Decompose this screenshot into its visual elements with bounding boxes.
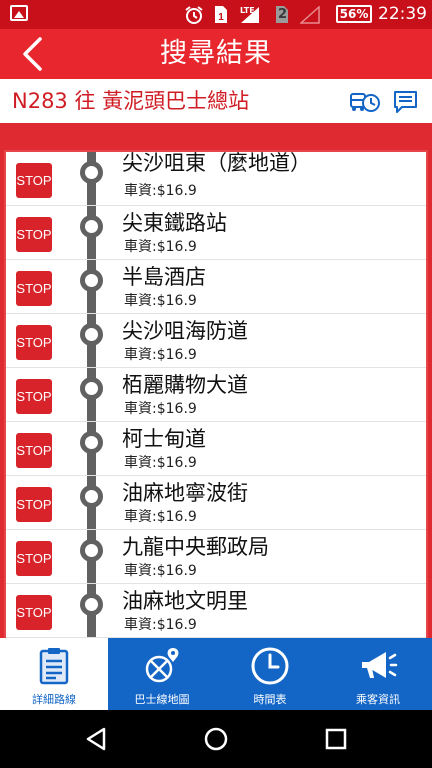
chevron-left-icon[interactable]: [14, 35, 54, 73]
stop-marker: [80, 269, 103, 292]
stop-icon: STOP: [16, 487, 52, 522]
list-item[interactable]: STOP 尖沙咀東（麼地道） 車資:$16.9: [6, 152, 426, 206]
list-item[interactable]: STOP 尖東鐵路站 車資:$16.9: [6, 206, 426, 260]
status-bar: 1 LTE 2 56% 22:39: [0, 0, 432, 29]
stop-fare: 車資:$16.9: [124, 293, 197, 309]
megaphone-icon: [362, 652, 398, 678]
recents-square-icon[interactable]: [323, 726, 349, 752]
image-notification-icon: [10, 5, 28, 21]
clipboard-icon: [39, 648, 69, 685]
stop-marker: [80, 377, 103, 400]
stop-name: 油麻地文明里: [122, 589, 248, 613]
list-item[interactable]: STOP 柯士甸道 車資:$16.9: [6, 422, 426, 476]
list-item[interactable]: STOP 半島酒店 車資:$16.9: [6, 260, 426, 314]
tab-passenger-info[interactable]: 乘客資訊: [324, 638, 432, 710]
tab-label: 乘客資訊: [356, 693, 400, 706]
page-title: 搜尋結果: [160, 38, 272, 69]
stop-name: 尖沙咀東（麼地道）: [122, 151, 311, 175]
stop-marker: [80, 161, 103, 184]
stop-icon: STOP: [16, 163, 52, 198]
list-item[interactable]: STOP 油麻地文明里 車資:$16.9: [6, 584, 426, 638]
stop-fare: 車資:$16.9: [124, 617, 197, 633]
svg-text:1: 1: [218, 12, 224, 23]
stop-name: 半島酒店: [122, 265, 206, 289]
stop-icon: STOP: [16, 271, 52, 306]
tab-bus-map[interactable]: 巴士線地圖: [108, 638, 216, 710]
stop-marker: [80, 431, 103, 454]
stop-name: 油麻地寧波街: [122, 481, 248, 505]
list-item[interactable]: STOP 尖沙咀海防道 車資:$16.9: [6, 314, 426, 368]
stop-marker: [80, 539, 103, 562]
stop-name: 尖沙咀海防道: [122, 319, 248, 343]
stop-fare: 車資:$16.9: [124, 347, 197, 363]
stop-icon: STOP: [16, 541, 52, 576]
tab-timetable[interactable]: 時間表: [216, 638, 324, 710]
clock-icon: [251, 647, 289, 685]
app-bar: 搜尋結果: [0, 29, 432, 79]
tab-label: 巴士線地圖: [134, 693, 190, 706]
stop-icon: STOP: [16, 325, 52, 360]
list-item[interactable]: STOP 栢麗購物大道 車資:$16.9: [6, 368, 426, 422]
map-pin-icon: [145, 648, 179, 683]
alarm-icon: [185, 6, 203, 24]
tab-route-detail[interactable]: 詳細路線: [0, 638, 108, 710]
signal-icon: [241, 7, 259, 23]
home-circle-icon[interactable]: [203, 726, 229, 752]
sim1-icon: 1: [215, 6, 227, 23]
sim2-label: 2: [278, 7, 288, 22]
stop-name: 九龍中央郵政局: [122, 535, 269, 559]
stop-fare: 車資:$16.9: [124, 563, 197, 579]
tab-label: 時間表: [253, 693, 287, 706]
system-nav-bar: [0, 710, 432, 768]
stop-marker: [80, 215, 103, 238]
stop-marker: [80, 593, 103, 616]
stop-icon: STOP: [16, 433, 52, 468]
list-item[interactable]: STOP 九龍中央郵政局 車資:$16.9: [6, 530, 426, 584]
battery-indicator: 56%: [336, 5, 372, 23]
stop-name: 尖東鐵路站: [122, 211, 227, 235]
stop-icon: STOP: [16, 595, 52, 630]
stop-fare: 車資:$16.9: [124, 183, 197, 199]
stop-icon: STOP: [16, 379, 52, 414]
message-icon[interactable]: [393, 90, 418, 114]
stop-fare: 車資:$16.9: [124, 239, 197, 255]
clock-time: 22:39: [378, 4, 427, 24]
tab-label: 詳細路線: [32, 693, 76, 706]
back-triangle-icon[interactable]: [83, 726, 109, 752]
stop-fare: 車資:$16.9: [124, 509, 197, 525]
stop-list[interactable]: STOP 尖沙咀東（麼地道） 車資:$16.9 STOP 尖東鐵路站 車資:$1…: [4, 150, 428, 638]
list-item[interactable]: STOP 油麻地寧波街 車資:$16.9: [6, 476, 426, 530]
stop-name: 栢麗購物大道: [122, 373, 248, 397]
stop-fare: 車資:$16.9: [124, 401, 197, 417]
stop-fare: 車資:$16.9: [124, 455, 197, 471]
stop-marker: [80, 485, 103, 508]
bottom-tab-bar: 詳細路線 巴士線地圖 時間表 乘客資訊: [0, 638, 432, 710]
stop-name: 柯士甸道: [122, 427, 206, 451]
signal-empty-icon: [300, 6, 320, 24]
bus-clock-icon[interactable]: [350, 90, 380, 114]
stop-icon: STOP: [16, 217, 52, 252]
route-title: N283 往 黃泥頭巴士總站: [12, 89, 250, 113]
stop-marker: [80, 323, 103, 346]
